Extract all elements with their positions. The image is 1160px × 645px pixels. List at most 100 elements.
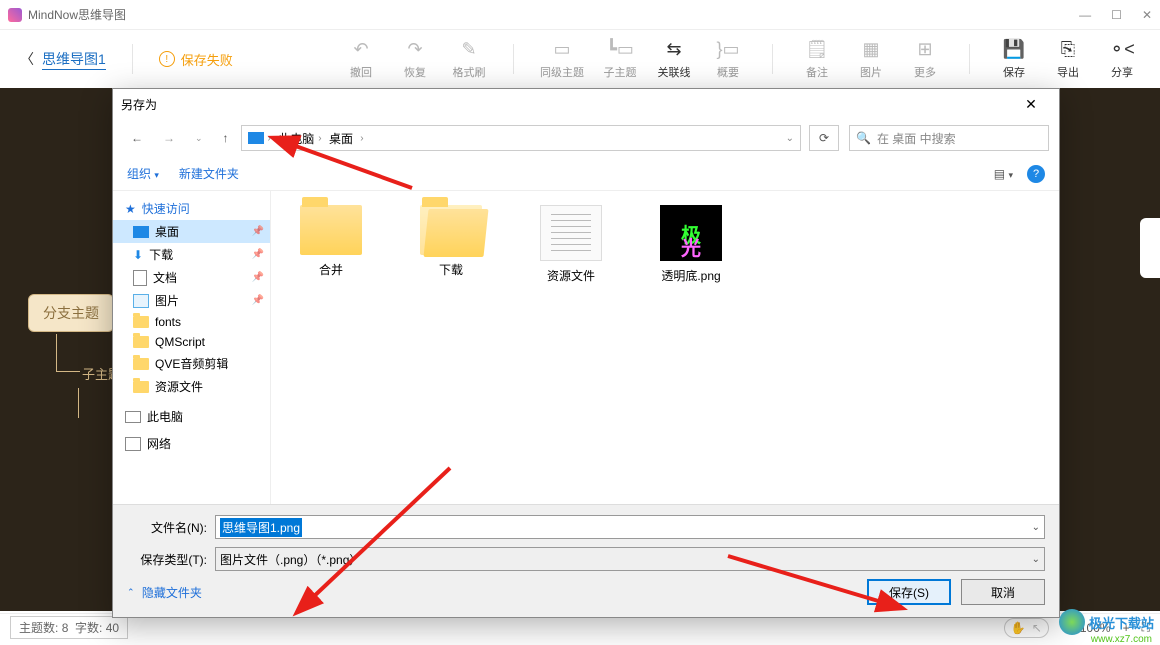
- sidebar-item-qmscript[interactable]: QMScript: [113, 332, 270, 352]
- divider: [772, 44, 773, 74]
- desktop-icon: [133, 226, 149, 238]
- document-name: 思维导图1: [42, 49, 106, 70]
- branch-topic-node[interactable]: 分支主题: [28, 294, 114, 332]
- redo-button[interactable]: ↷恢复: [397, 39, 433, 80]
- filetype-label: 保存类型(T):: [127, 551, 207, 568]
- download-icon: ⬇: [133, 248, 143, 262]
- cancel-button[interactable]: 取消: [961, 579, 1045, 605]
- cursor-icon: ↖: [1032, 621, 1042, 635]
- sidebar-this-pc[interactable]: 此电脑: [113, 408, 270, 425]
- save-confirm-button[interactable]: 保存(S): [867, 579, 951, 605]
- sidebar-item-pictures[interactable]: 图片📌: [113, 289, 270, 312]
- nav-forward-icon[interactable]: →: [155, 127, 183, 149]
- chevron-down-icon[interactable]: ⌄: [786, 133, 794, 144]
- sidebar-item-resources[interactable]: 资源文件: [113, 375, 270, 398]
- pc-icon: [125, 411, 141, 423]
- document-icon: [133, 270, 147, 286]
- folder-icon: [133, 358, 149, 370]
- search-placeholder: 在 桌面 中搜索: [877, 130, 956, 147]
- folder-icon: [133, 381, 149, 393]
- folder-icon: [300, 205, 362, 255]
- note-button[interactable]: 🗒备注: [799, 39, 835, 80]
- star-icon: ★: [125, 202, 136, 216]
- nav-up-icon[interactable]: ↑: [215, 127, 237, 149]
- nav-recent-icon[interactable]: ⌄: [187, 129, 211, 148]
- refresh-button[interactable]: ⟳: [809, 125, 839, 151]
- pin-icon: 📌: [252, 295, 264, 306]
- side-panel-tab[interactable]: [1140, 218, 1160, 278]
- filename-input[interactable]: 思维导图1.png ⌄: [215, 515, 1045, 539]
- save-icon: 💾: [1003, 39, 1025, 60]
- help-icon[interactable]: ?: [1027, 165, 1045, 183]
- divider: [969, 44, 970, 74]
- share-button[interactable]: ⚬<分享: [1104, 39, 1140, 80]
- sidebar-quick-access[interactable]: ★快速访问: [113, 197, 270, 220]
- view-mode-toggle[interactable]: ✋↖: [1004, 618, 1049, 638]
- sidebar-item-downloads[interactable]: ⬇下载📌: [113, 243, 270, 266]
- more-button[interactable]: ⊞更多: [907, 39, 943, 80]
- undo-icon: ↶: [353, 39, 368, 60]
- network-icon: [125, 437, 141, 451]
- undo-button[interactable]: ↶撤回: [343, 39, 379, 80]
- chevron-left-icon: 〈: [20, 49, 34, 69]
- filetype-select[interactable]: 图片文件（.png）（*.png） ⌄: [215, 547, 1045, 571]
- image-button[interactable]: ▦图片: [853, 39, 889, 80]
- summary-icon: }▭: [716, 39, 739, 60]
- peer-topic-button[interactable]: ▭同级主题: [540, 39, 584, 80]
- hand-icon: ✋: [1011, 621, 1026, 635]
- file-item-folder[interactable]: 资源文件: [531, 205, 611, 284]
- sidebar-item-qve[interactable]: QVE音频剪辑: [113, 352, 270, 375]
- status-text: 保存失败: [181, 50, 233, 69]
- warning-icon: !: [159, 51, 175, 67]
- watermark-text: 极光下载站: [1089, 613, 1154, 632]
- sidebar-item-fonts[interactable]: fonts: [113, 312, 270, 332]
- file-item-image[interactable]: 极光透明底.png: [651, 205, 731, 284]
- sidebar-network[interactable]: 网络: [113, 435, 270, 452]
- dialog-close-button[interactable]: ✕: [1011, 96, 1051, 113]
- relate-button[interactable]: ⇆关联线: [656, 39, 692, 80]
- chevron-down-icon[interactable]: ⌄: [1032, 554, 1040, 565]
- dialog-sidebar: ★快速访问 桌面📌 ⬇下载📌 文档📌 图片📌 fonts QMScript QV…: [113, 191, 271, 504]
- dialog-footer: 文件名(N): 思维导图1.png ⌄ 保存类型(T): 图片文件（.png）（…: [113, 504, 1059, 617]
- minimize-icon[interactable]: —: [1079, 8, 1091, 22]
- child-topic-button[interactable]: ┗▭子主题: [602, 39, 638, 80]
- breadcrumb[interactable]: 桌面: [329, 130, 353, 147]
- search-input[interactable]: 🔍 在 桌面 中搜索: [849, 125, 1049, 151]
- view-options-button[interactable]: ▤ ▾: [994, 167, 1013, 181]
- file-list[interactable]: 合并 下载 资源文件 极光透明底.png: [271, 191, 1059, 504]
- folder-icon: [540, 205, 602, 261]
- close-window-icon[interactable]: ✕: [1142, 8, 1152, 22]
- dialog-titlebar: 另存为 ✕: [113, 89, 1059, 119]
- nav-back-icon[interactable]: ←: [123, 127, 151, 149]
- dialog-title: 另存为: [121, 96, 157, 113]
- dialog-nav: ← → ⌄ ↑ › 此电脑 › 桌面 › ⌄ ⟳ 🔍 在 桌面 中搜索: [113, 119, 1059, 157]
- file-item-folder[interactable]: 下载: [411, 205, 491, 278]
- search-icon: 🔍: [856, 131, 871, 145]
- relate-icon: ⇆: [666, 39, 681, 60]
- save-button[interactable]: 💾保存: [996, 39, 1032, 80]
- organize-menu[interactable]: 组织 ▾: [127, 165, 159, 182]
- sidebar-item-documents[interactable]: 文档📌: [113, 266, 270, 289]
- export-button[interactable]: ⎘导出: [1050, 39, 1086, 80]
- format-button[interactable]: ✎格式刷: [451, 39, 487, 80]
- brush-icon: ✎: [461, 39, 476, 60]
- sidebar-item-desktop[interactable]: 桌面📌: [113, 220, 270, 243]
- file-item-folder[interactable]: 合并: [291, 205, 371, 278]
- breadcrumb[interactable]: 此电脑: [278, 130, 314, 147]
- address-bar[interactable]: › 此电脑 › 桌面 › ⌄: [241, 125, 801, 151]
- maximize-icon[interactable]: ☐: [1111, 8, 1122, 22]
- chevron-down-icon[interactable]: ⌄: [1032, 522, 1040, 533]
- filename-label: 文件名(N):: [127, 519, 207, 536]
- child-icon: ┗▭: [606, 39, 634, 60]
- pin-icon: 📌: [252, 272, 264, 283]
- new-folder-button[interactable]: 新建文件夹: [179, 165, 239, 182]
- hide-folders-link[interactable]: ⌃ 隐藏文件夹: [127, 584, 202, 601]
- folder-icon: [133, 316, 149, 328]
- folder-icon: [133, 336, 149, 348]
- back-nav[interactable]: 〈 思维导图1: [20, 49, 106, 70]
- peer-icon: ▭: [553, 39, 570, 60]
- pc-icon: [248, 132, 264, 144]
- plus-icon: ⊞: [917, 39, 932, 60]
- summary-button[interactable]: }▭概要: [710, 39, 746, 80]
- image-icon: ▦: [862, 39, 879, 60]
